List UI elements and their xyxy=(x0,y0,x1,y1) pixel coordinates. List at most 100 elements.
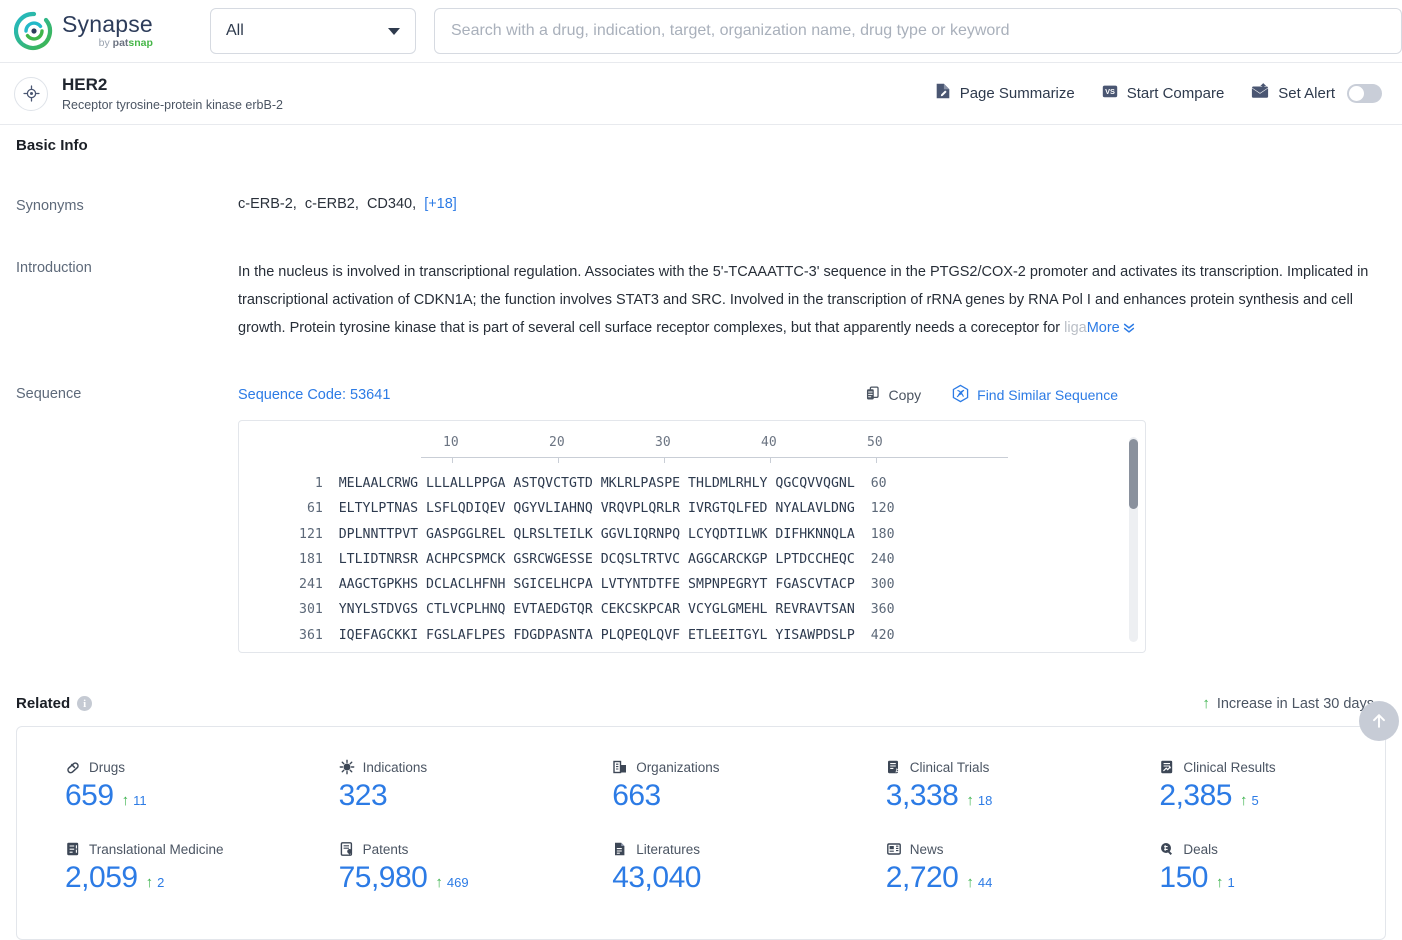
stat-literatures[interactable]: Literatures 43,040 xyxy=(564,813,838,895)
sequence-line-start: 61 xyxy=(299,501,323,517)
stat-label: Organizations xyxy=(636,759,720,775)
stat-delta-value: 2 xyxy=(157,875,165,890)
sequence-line-start: 241 xyxy=(299,577,323,593)
chevron-down-icon xyxy=(388,27,400,35)
alert-mail-icon xyxy=(1250,82,1270,105)
brand-name: Synapse xyxy=(62,11,153,38)
sequence-line-blocks: MELAALCRWG LLLALLPPGA ASTQVCTGTD MKLRLPA… xyxy=(338,476,855,491)
stat-indications[interactable]: Indications 323 xyxy=(291,749,565,813)
related-section: Related i ↑ Increase in Last 30 days Dru… xyxy=(16,653,1399,940)
stat-clinical-results[interactable]: Clinical Results 2,385 ↑ 5 xyxy=(1111,749,1385,813)
stat-delta-value: 5 xyxy=(1251,793,1259,808)
start-compare-button[interactable]: VS Start Compare xyxy=(1101,82,1224,105)
stat-label: Literatures xyxy=(636,841,700,857)
sequence-row: Sequence Sequence Code: 53641 Copy Find … xyxy=(16,344,1386,653)
stat-value: 2,059 xyxy=(65,861,138,894)
page-summarize-button[interactable]: Page Summarize xyxy=(934,82,1075,105)
sequence-line-end: 360 xyxy=(870,602,895,618)
target-crosshair-icon xyxy=(14,76,48,111)
deal-icon xyxy=(1159,841,1175,857)
vs-compare-icon: VS xyxy=(1101,82,1119,105)
sequence-label: Sequence xyxy=(16,386,82,402)
sequence-line-start: 181 xyxy=(299,551,323,567)
sequence-line: 361 IQEFAGCKKI FGSLAFLPES FDGDPASNTA PLQ… xyxy=(239,623,1145,648)
stat-value: 3,338 xyxy=(885,779,959,812)
sequence-line-end: 300 xyxy=(870,577,895,593)
synonym-item: c-ERB2 xyxy=(304,196,355,212)
brand-snap: snap xyxy=(128,37,153,50)
introduction-text-block: In the nucleus is involved in transcript… xyxy=(238,258,1386,344)
synonyms-row: Synonyms c-ERB-2, c-ERB2, CD340, [+18] xyxy=(16,162,1386,214)
stat-label: Indications xyxy=(362,759,428,775)
synapse-swirl-logo-icon xyxy=(13,11,54,51)
search-bar[interactable] xyxy=(434,8,1402,54)
sequence-line-blocks: IQEFAGCKKI FGSLAFLPES FDGDPASNTA PLQPEQL… xyxy=(338,627,855,643)
page-content: Basic Info Synonyms c-ERB-2, c-ERB2, CD3… xyxy=(0,125,1402,940)
search-input[interactable] xyxy=(451,22,1385,40)
stat-translational-medicine[interactable]: Translational Medicine 2,059 ↑ 2 xyxy=(17,813,291,895)
introduction-label: Introduction xyxy=(16,260,92,276)
synonyms-value: c-ERB-2, c-ERB2, CD340, [+18] xyxy=(238,196,457,212)
set-alert-label: Set Alert xyxy=(1278,85,1335,102)
drug-capsule-icon xyxy=(65,759,81,775)
copy-button[interactable]: Copy xyxy=(864,385,921,405)
related-stats-card: Drugs 659 ↑ 11 Indications 323 Organizat… xyxy=(16,701,1399,940)
stat-delta: ↑ 11 xyxy=(121,792,147,809)
introduction-more-link[interactable]: More xyxy=(1087,320,1136,336)
sequence-code-link[interactable]: Sequence Code: 53641 xyxy=(238,387,390,403)
stat-value: 323 xyxy=(338,779,388,812)
sequence-viewer[interactable]: 10 20 30 40 50 1 MELAALCRWG LLLALLPPGA A… xyxy=(238,420,1146,653)
stat-organizations[interactable]: Organizations 663 xyxy=(564,749,838,813)
patent-icon xyxy=(339,841,355,857)
news-icon xyxy=(886,841,902,857)
literature-icon xyxy=(612,841,628,857)
stat-label: Clinical Results xyxy=(1183,759,1276,775)
copy-label: Copy xyxy=(888,387,922,403)
info-icon[interactable]: i xyxy=(77,696,93,711)
related-legend-label: Increase in Last 30 days xyxy=(1216,695,1374,712)
stat-patents[interactable]: Patents 75,980 ↑ 469 xyxy=(291,813,565,895)
stat-delta-value: 1 xyxy=(1227,875,1235,890)
copy-icon xyxy=(864,385,881,405)
clinical-result-icon xyxy=(1159,759,1175,775)
organization-icon xyxy=(612,759,628,775)
page-summarize-icon xyxy=(934,82,952,105)
stat-drugs[interactable]: Drugs 659 ↑ 11 xyxy=(17,749,291,813)
sequence-line-blocks: AAGCTGPKHS DCLACLHFNH SGICELHCPA LVTYNTD… xyxy=(338,577,855,593)
stat-label: Translational Medicine xyxy=(89,841,224,857)
stat-deals[interactable]: Deals 150 ↑ 1 xyxy=(1111,813,1385,895)
stat-delta: ↑ 1 xyxy=(1215,874,1235,891)
synonyms-expand-link[interactable]: [+18] xyxy=(424,196,457,212)
sequence-line: 241 AAGCTGPKHS DCLACLHFNH SGICELHCPA LVT… xyxy=(239,572,1145,597)
related-legend: ↑ Increase in Last 30 days xyxy=(1202,696,1386,712)
scroll-to-top-button[interactable] xyxy=(1359,701,1399,741)
search-scope-select[interactable]: All xyxy=(210,8,416,54)
stat-delta-value: 469 xyxy=(446,875,469,890)
stat-delta: ↑ 18 xyxy=(966,792,993,809)
entity-actions: Page Summarize VS Start Compare Set Aler… xyxy=(934,82,1382,105)
sequence-line-end: 120 xyxy=(870,501,895,517)
stat-label: Drugs xyxy=(89,759,126,775)
translational-med-icon xyxy=(65,841,81,857)
stat-delta: ↑ 469 xyxy=(435,874,469,891)
svg-text:VS: VS xyxy=(1105,87,1115,96)
brand-by: by xyxy=(98,37,110,50)
synonym-item: CD340 xyxy=(366,196,413,212)
sequence-scrollbar-thumb[interactable] xyxy=(1129,439,1138,509)
stat-news[interactable]: News 2,720 ↑ 44 xyxy=(838,813,1112,895)
sequence-line-blocks: ELTYLPTNAS LSFLQDIQEV QGYVLIAHNQ VRQVPLQ… xyxy=(338,501,855,517)
sequence-line-blocks: YNYLSTDVGS CTLVCPLHNQ EVTAEDGTQR CEKCSKP… xyxy=(338,602,855,618)
find-similar-sequence-button[interactable]: Find Similar Sequence xyxy=(951,384,1118,406)
stat-delta: ↑ 2 xyxy=(145,874,165,891)
brand-logo[interactable]: Synapse by patsnap xyxy=(13,11,184,51)
top-bar: Synapse by patsnap All xyxy=(0,0,1402,63)
stat-delta-value: 18 xyxy=(977,793,993,808)
sequence-line: 181 LTLIDTNRSR ACHPCSPMCK GSRCWGESSE DCQ… xyxy=(239,547,1145,572)
set-alert-control[interactable]: Set Alert xyxy=(1250,82,1382,105)
entity-header-bar: HER2 Receptor tyrosine-protein kinase er… xyxy=(0,63,1402,125)
stat-clinical-trials[interactable]: Clinical Trials 3,338 ↑ 18 xyxy=(838,749,1112,813)
clinical-trial-icon xyxy=(886,759,902,775)
set-alert-toggle[interactable] xyxy=(1347,84,1382,103)
sequence-header: Sequence Code: 53641 Copy Find Similar S… xyxy=(238,384,1386,406)
stat-label: News xyxy=(909,841,944,857)
